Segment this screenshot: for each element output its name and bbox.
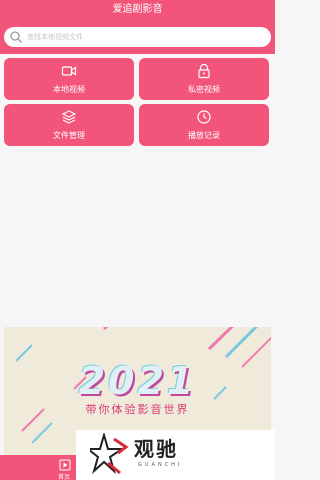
- app-title: 爱追剧影音: [112, 4, 163, 15]
- local-video-button[interactable]: 本地视频: [4, 58, 134, 100]
- banner-year: 2021: [78, 359, 197, 403]
- play-history-label: 播放记录: [188, 131, 220, 140]
- banner-slogan: 带你体验影音世界: [85, 403, 190, 416]
- search-icon: [10, 31, 22, 43]
- clock-icon: [197, 110, 211, 124]
- search-box[interactable]: [4, 27, 271, 47]
- local-video-label: 本地视频: [53, 85, 85, 94]
- lock-icon: [198, 63, 210, 79]
- file-manager-label: 文件管理: [53, 131, 85, 140]
- file-manager-button[interactable]: 文件管理: [4, 104, 134, 146]
- layers-icon: [61, 110, 77, 124]
- watermark-text: 观驰: [134, 437, 178, 461]
- search-bar: [0, 20, 275, 54]
- tab-home[interactable]: 首页: [0, 455, 76, 480]
- app-title-bar: 爱追剧影音: [0, 0, 275, 20]
- play-tab-icon: [59, 459, 71, 471]
- star-logo-icon: [90, 433, 129, 475]
- watermark-subtext: GUANCHI: [138, 462, 183, 468]
- private-video-button[interactable]: 私密视频: [139, 58, 269, 100]
- watermark: 观驰 GUANCHI: [76, 430, 275, 480]
- tab-home-label: 首页: [58, 474, 71, 480]
- search-input[interactable]: [27, 33, 247, 41]
- private-video-label: 私密视频: [188, 85, 220, 94]
- play-history-button[interactable]: 播放记录: [139, 104, 269, 146]
- video-camera-icon: [61, 66, 77, 76]
